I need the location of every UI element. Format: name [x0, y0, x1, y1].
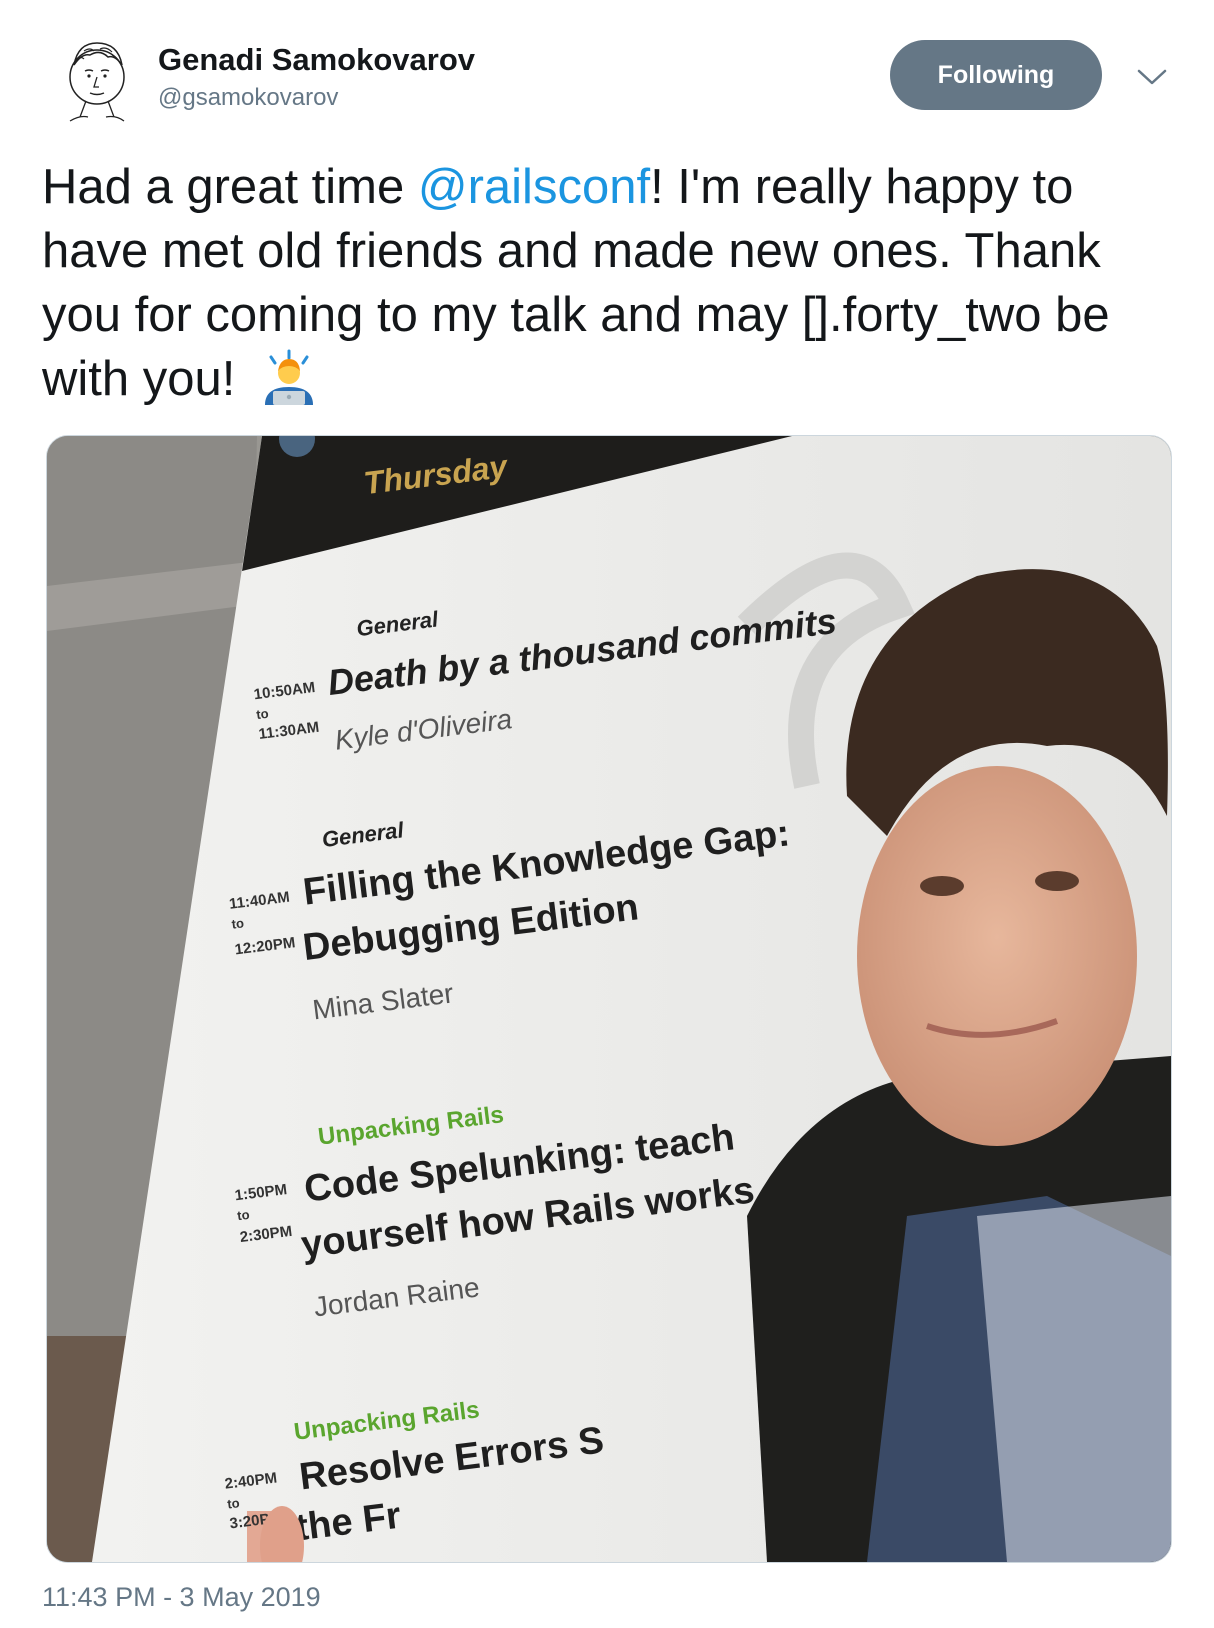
session-to: to — [231, 915, 245, 931]
session-to: to — [255, 706, 269, 722]
session-to: to — [236, 1207, 250, 1223]
author-handle[interactable]: @gsamokovarov — [158, 84, 338, 112]
mention-link[interactable]: @railsconf — [418, 160, 650, 214]
following-button[interactable]: Following — [890, 40, 1102, 110]
tweet-timestamp[interactable]: 11:43 PM - 3 May 2019 — [42, 1582, 321, 1613]
tweet-photo[interactable]: Thursday General 10:50AM to 11:30AM Deat… — [46, 435, 1172, 1563]
chevron-down-icon[interactable] — [1135, 66, 1169, 88]
tweet-header: Genadi Samokovarov @gsamokovarov Followi… — [0, 0, 1214, 150]
tweet-text-start: Had a great time — [42, 160, 418, 214]
avatar[interactable] — [60, 37, 134, 127]
session-to: to — [226, 1495, 240, 1511]
author-name[interactable]: Genadi Samokovarov — [158, 42, 475, 78]
man-technologist-emoji — [264, 349, 313, 405]
tweet-text: Had a great time @railsconf! I'm really … — [42, 155, 1182, 411]
photo-scene: Thursday General 10:50AM to 11:30AM Deat… — [47, 436, 1171, 1562]
